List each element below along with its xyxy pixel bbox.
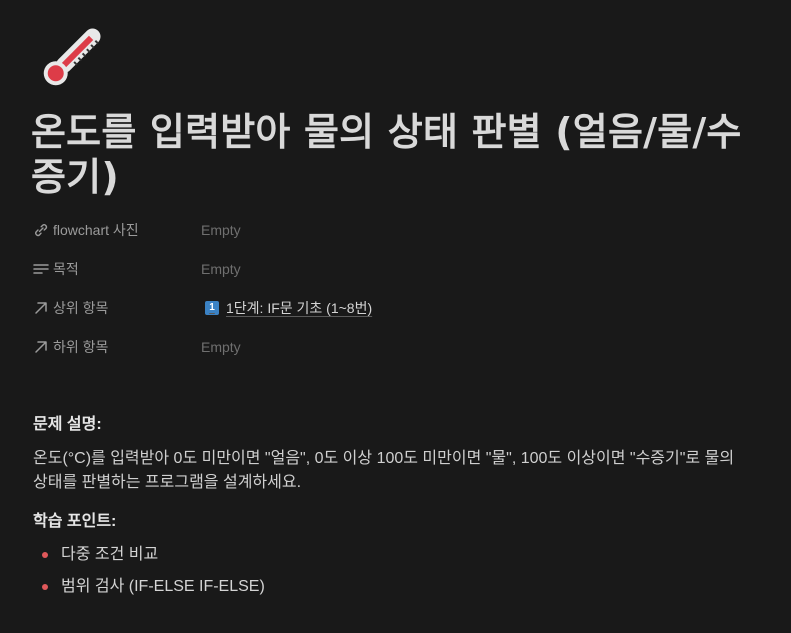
property-child-item[interactable]: 하위 항목 Empty: [33, 327, 753, 366]
property-parent-item[interactable]: 상위 항목 1 1단계: IF문 기초 (1~8번): [33, 288, 753, 327]
property-name[interactable]: 목적: [33, 259, 201, 279]
property-purpose[interactable]: 목적 Empty: [33, 249, 753, 288]
property-value[interactable]: Empty: [201, 261, 241, 277]
property-value[interactable]: Empty: [201, 222, 241, 238]
properties-list: flowchart 사진 Empty 목적 Empty 상위 항목 1 1단계:…: [33, 210, 753, 366]
property-label: 목적: [53, 260, 79, 277]
keycap-one-icon: 1: [205, 300, 219, 315]
relation-title: 1단계: IF문 기초 (1~8번): [226, 299, 373, 316]
property-value[interactable]: Empty: [201, 339, 241, 355]
arrow-up-right-icon: [35, 301, 47, 314]
thermometer-icon: [43, 28, 101, 86]
property-name[interactable]: 상위 항목: [33, 298, 201, 318]
property-name[interactable]: flowchart 사진: [33, 220, 201, 240]
property-label: 하위 항목: [53, 338, 109, 355]
page-icon-button[interactable]: [33, 18, 111, 96]
page: 온도를 입력받아 물의 상태 판별 (얼음/물/수증기) flowchart 사…: [31, 18, 753, 603]
arrow-up-right-icon: [35, 340, 47, 353]
page-title[interactable]: 온도를 입력받아 물의 상태 판별 (얼음/물/수증기): [31, 110, 753, 200]
text-lines-icon: [33, 263, 49, 274]
list-item[interactable]: 다중 조건 비교: [33, 539, 753, 571]
property-label: flowchart 사진: [53, 221, 139, 238]
page-content: 문제 설명: 온도(°C)를 입력받아 0도 미만이면 "얼음", 0도 이상 …: [33, 410, 753, 603]
link-icon: [35, 223, 48, 236]
problem-heading[interactable]: 문제 설명:: [33, 410, 753, 434]
problem-description[interactable]: 온도(°C)를 입력받아 0도 미만이면 "얼음", 0도 이상 100도 미만…: [33, 447, 753, 495]
parent-relation-link[interactable]: 1 1단계: IF문 기초 (1~8번): [201, 298, 372, 318]
property-label: 상위 항목: [53, 299, 109, 316]
property-flowchart-photo[interactable]: flowchart 사진 Empty: [33, 210, 753, 249]
property-name[interactable]: 하위 항목: [33, 337, 201, 357]
list-item[interactable]: 범위 검사 (IF-ELSE IF-ELSE): [33, 571, 753, 603]
learning-points-list: 다중 조건 비교 범위 검사 (IF-ELSE IF-ELSE): [33, 539, 753, 603]
learning-heading[interactable]: 학습 포인트:: [33, 507, 753, 531]
